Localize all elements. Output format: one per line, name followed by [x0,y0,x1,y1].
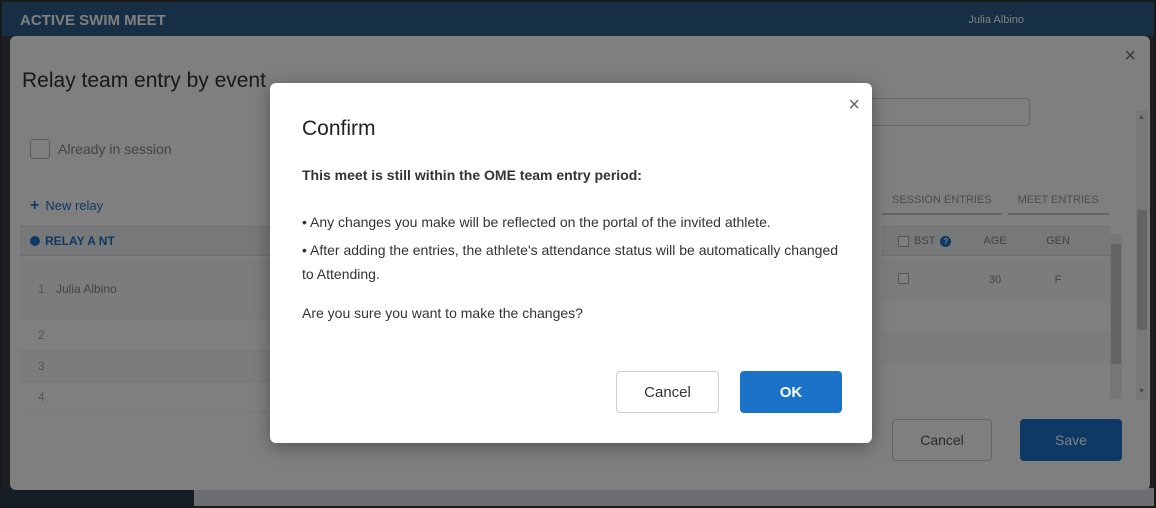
dialog-heading: This meet is still within the OME team e… [302,167,642,183]
confirm-dialog: × Confirm This meet is still within the … [270,83,872,443]
dialog-title: Confirm [302,117,376,140]
screen: ACTIVE SWIM MEET Julia Albino × Relay te… [0,0,1156,508]
ok-button[interactable]: OK [740,371,842,413]
dialog-body: This meet is still within the OME team e… [302,163,842,325]
dialog-bullet: • After adding the entries, the athlete'… [302,242,839,282]
cancel-button[interactable]: Cancel [616,371,719,413]
dialog-question: Are you sure you want to make the change… [302,305,583,321]
dialog-bullet: • Any changes you make will be reflected… [302,214,771,230]
dialog-close-icon[interactable]: × [848,95,860,115]
